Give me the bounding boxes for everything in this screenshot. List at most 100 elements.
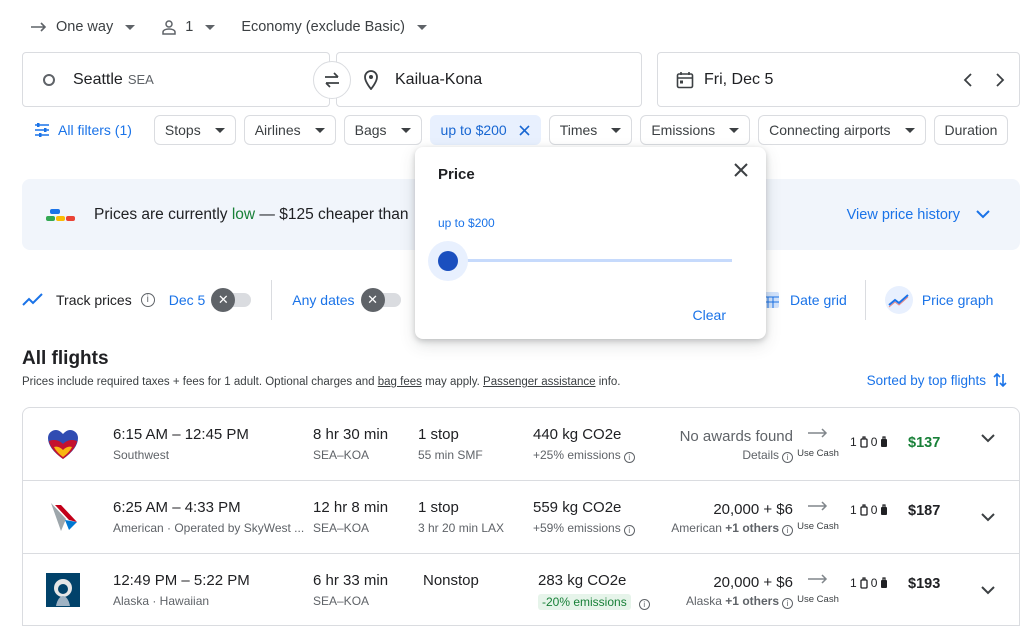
flight-row[interactable]: 12:49 PM – 5:22 PM Alaska · Hawaiian 6 hr… [23, 554, 1019, 626]
departure-arrival: 6:15 AM – 12:45 PM [113, 426, 249, 443]
flight-times: 6:25 AM – 4:33 PM American · Operated by … [113, 499, 304, 535]
divider [271, 280, 273, 320]
filter-airlines-label: Airlines [254, 122, 301, 138]
chevron-down-icon [400, 127, 411, 133]
flight-emissions: 283 kg CO2e -20% emissions i [538, 572, 650, 610]
filter-times[interactable]: Times [548, 115, 633, 145]
info-icon[interactable]: i [623, 452, 635, 463]
passenger-assistance-link[interactable]: Passenger assistance [483, 376, 596, 388]
award-others-link[interactable]: +1 others [725, 521, 779, 535]
price-graph-label: Price graph [921, 292, 994, 308]
note-mid: may apply. [421, 376, 484, 388]
arrow-right-icon [808, 428, 828, 438]
bag-fees-link[interactable]: bag fees [378, 376, 422, 388]
chevron-down-icon [611, 127, 622, 133]
airline-name: Alaska · Hawaiian [113, 594, 210, 608]
any-dates-label: Any dates [292, 292, 355, 308]
date-nav [963, 72, 1019, 87]
price-slider-thumb[interactable] [438, 251, 458, 271]
american-logo [51, 503, 77, 531]
checked-bag-count: 0 [870, 435, 878, 449]
any-dates-toggle[interactable]: ✕ [360, 288, 401, 312]
bag-allowance: 10 [850, 576, 888, 590]
results-note: Prices include required taxes + fees for… [22, 376, 620, 388]
route: SEA–KOA [313, 594, 370, 608]
use-cash-option[interactable]: Use Cash [793, 426, 843, 459]
flight-row[interactable]: 6:25 AM – 4:33 PM American · Operated by … [23, 481, 1019, 554]
emissions-diff: +59% emissions [533, 521, 621, 535]
award-info: 20,000 + $6 Alaska +1 others i [653, 574, 793, 609]
stops-value: 1 stop [418, 499, 459, 516]
flight-times: 12:49 PM – 5:22 PM Alaska · Hawaiian [113, 572, 250, 608]
info-icon[interactable]: i [638, 599, 650, 610]
filter-airlines[interactable]: Airlines [243, 115, 336, 145]
destination-city: Kailua-Kona [395, 70, 483, 88]
price-graph-button[interactable]: Price graph [884, 285, 994, 315]
use-cash-option[interactable]: Use Cash [793, 572, 843, 605]
award-status: No awards found [679, 428, 793, 445]
track-date-toggle[interactable]: ✕ [211, 288, 252, 312]
close-icon[interactable] [519, 124, 530, 136]
filter-bags-label: Bags [354, 122, 387, 138]
route: SEA–KOA [313, 448, 370, 462]
view-price-history-button[interactable]: View price history [847, 179, 990, 250]
award-details-link[interactable]: Details [742, 448, 779, 462]
departure-date-input[interactable]: Fri, Dec 5 [657, 52, 1020, 107]
use-cash-label: Use Cash [797, 521, 839, 532]
flight-row[interactable]: 6:15 AM – 12:45 PM Southwest 8 hr 30 min S… [23, 408, 1019, 481]
info-icon[interactable]: i [782, 598, 793, 609]
arrow-right-icon [808, 501, 828, 511]
price-graph-icon [884, 286, 913, 314]
insight-prefix: Prices are currently [94, 205, 232, 223]
sort-button[interactable]: Sorted by top flights [867, 372, 1008, 388]
close-icon: ✕ [360, 288, 385, 312]
filter-emissions-label: Emissions [651, 122, 716, 138]
destination-input[interactable]: Kailua-Kona [336, 52, 642, 107]
close-icon[interactable] [734, 163, 748, 177]
filter-duration[interactable]: Duration [933, 115, 1009, 145]
person-icon [162, 20, 176, 35]
arrow-right-icon [808, 574, 828, 584]
clear-button[interactable]: Clear [693, 307, 726, 323]
location-pin-icon [364, 69, 378, 90]
use-cash-option[interactable]: Use Cash [793, 499, 843, 532]
info-icon[interactable]: i [782, 452, 793, 463]
use-cash-label: Use Cash [797, 594, 839, 605]
filter-connecting-airports-label: Connecting airports [769, 122, 891, 138]
award-others-link[interactable]: +1 others [725, 594, 779, 608]
cabin-class-label: Economy (exclude Basic) [241, 19, 405, 35]
price-slider-track[interactable] [447, 259, 732, 262]
filter-bar: All filters (1) Stops Airlines Bags up t… [22, 115, 1009, 145]
origin-input[interactable]: Seattle SEA [22, 52, 330, 107]
chevron-left-icon[interactable] [963, 72, 973, 87]
info-icon[interactable]: i [140, 293, 155, 307]
chevron-down-icon [314, 127, 325, 133]
info-icon[interactable]: i [782, 525, 793, 536]
filter-emissions[interactable]: Emissions [640, 115, 751, 145]
filter-bags[interactable]: Bags [343, 115, 422, 145]
swap-button[interactable] [313, 61, 351, 99]
chevron-right-icon[interactable] [995, 72, 1005, 87]
cabin-class-select[interactable]: Economy (exclude Basic) [241, 19, 427, 35]
origin-code: SEA [127, 72, 154, 87]
filter-price-label: up to $200 [440, 122, 507, 138]
carry-on-bag-icon [860, 577, 868, 589]
date-grid-label: Date grid [790, 292, 847, 308]
date-grid-button[interactable]: Date grid [760, 289, 847, 311]
chevron-down-icon[interactable] [981, 434, 995, 443]
checked-bag-icon [881, 436, 888, 447]
checked-bag-icon [881, 504, 888, 515]
award-price: 20,000 + $6 [713, 574, 793, 591]
info-icon[interactable]: i [623, 525, 635, 536]
filter-price[interactable]: up to $200 [429, 115, 541, 145]
passengers-select[interactable]: 1 [161, 19, 216, 35]
filter-stops[interactable]: Stops [153, 115, 236, 145]
chevron-down-icon[interactable] [981, 586, 995, 595]
trip-type-select[interactable]: One way [30, 19, 136, 35]
chevron-down-icon[interactable] [981, 513, 995, 522]
swap-icon [325, 72, 339, 88]
departure-date: Fri, Dec 5 [704, 70, 774, 88]
all-filters-button[interactable]: All filters (1) [34, 122, 132, 138]
bag-allowance: 10 [850, 503, 888, 517]
filter-connecting-airports[interactable]: Connecting airports [758, 115, 926, 145]
